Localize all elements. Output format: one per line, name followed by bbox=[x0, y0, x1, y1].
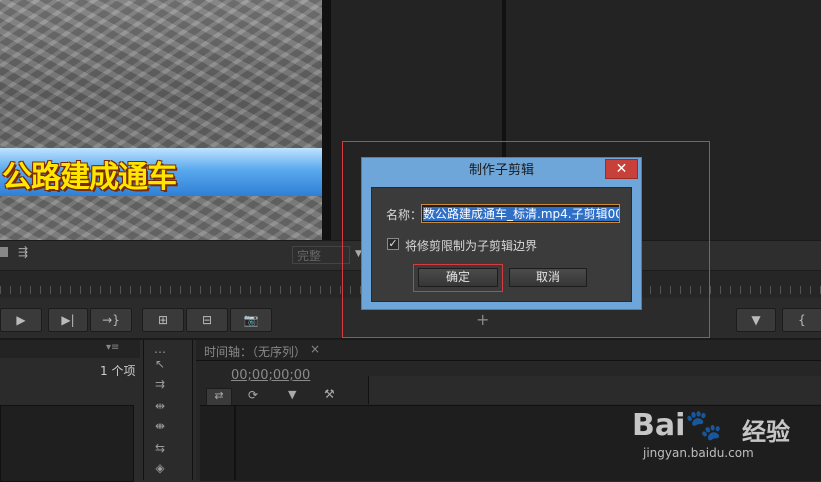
restrict-trims-checkbox[interactable]: ✓ bbox=[387, 238, 399, 250]
selection-tool-icon[interactable]: ↖ bbox=[150, 356, 170, 372]
mark-out-button[interactable]: { bbox=[782, 308, 821, 332]
mark-in-button[interactable]: ▼ bbox=[736, 308, 776, 332]
source-video-frame bbox=[0, 0, 331, 240]
name-label: 名称： bbox=[386, 208, 423, 222]
subclip-name-value: 数公路建成通车_标清.mp4.子剪辑001 bbox=[423, 207, 619, 221]
ripple-edit-tool-icon[interactable]: ⇹ bbox=[150, 398, 170, 414]
slip-tool-icon[interactable]: ◈ bbox=[150, 460, 170, 476]
dialog-close-button[interactable]: ✕ bbox=[605, 159, 638, 179]
fit-icon[interactable] bbox=[0, 247, 8, 257]
overwrite-button[interactable]: ⊟ bbox=[186, 308, 228, 332]
project-tab-bar: ▾≡ bbox=[0, 340, 140, 358]
restrict-trims-label[interactable]: 将修剪限制为子剪辑边界 bbox=[405, 237, 537, 254]
close-icon[interactable]: × bbox=[310, 342, 320, 356]
timeline-ruler[interactable] bbox=[368, 376, 821, 404]
project-item-list[interactable] bbox=[0, 405, 134, 482]
timeline-tab-bar: 时间轴：（无序列） × bbox=[196, 340, 821, 361]
video-caption-text: 公路建成通车 bbox=[2, 160, 177, 195]
go-to-out-button[interactable]: →} bbox=[90, 308, 132, 332]
watermark-url: jingyan.baidu.com bbox=[643, 446, 754, 460]
panel-menu-icon[interactable]: ▾≡ bbox=[106, 342, 119, 353]
timeline-tracks[interactable] bbox=[200, 405, 821, 481]
project-item-count: 1 个项 bbox=[100, 364, 136, 378]
watermark-cn-text: 经验 bbox=[742, 418, 790, 446]
snap-icon[interactable]: ⇄ bbox=[206, 388, 232, 406]
cancel-button[interactable]: 取消 bbox=[509, 268, 587, 287]
step-forward-icon[interactable]: ⇶ bbox=[18, 245, 28, 259]
insert-button[interactable]: ⊞ bbox=[142, 308, 184, 332]
subclip-name-input[interactable]: 数公路建成通车_标清.mp4.子剪辑001 bbox=[421, 204, 620, 223]
razor-tool-icon[interactable]: ⇆ bbox=[150, 440, 170, 456]
wrench-icon[interactable]: ⚒ bbox=[324, 387, 335, 401]
baidu-watermark-logo: Bai🐾 bbox=[632, 408, 723, 443]
timeline-timecode[interactable]: 00;00;00;00 bbox=[231, 368, 310, 383]
linked-selection-icon[interactable]: ⟳ bbox=[248, 388, 258, 402]
step-forward-button[interactable]: ▶| bbox=[48, 308, 88, 332]
export-frame-button[interactable]: 📷 bbox=[230, 308, 272, 332]
play-button[interactable]: ▶ bbox=[0, 308, 42, 332]
add-marker-icon[interactable]: ▼ bbox=[288, 388, 296, 401]
track-header-divider bbox=[234, 405, 236, 480]
dialog-title: 制作子剪辑 bbox=[468, 163, 534, 178]
ok-button[interactable]: 确定 bbox=[418, 268, 498, 287]
timeline-tab-title[interactable]: 时间轴：（无序列） bbox=[204, 343, 306, 360]
rate-stretch-tool-icon[interactable]: ⇼ bbox=[150, 418, 170, 434]
track-select-tool-icon[interactable]: ⇉ bbox=[150, 376, 170, 392]
